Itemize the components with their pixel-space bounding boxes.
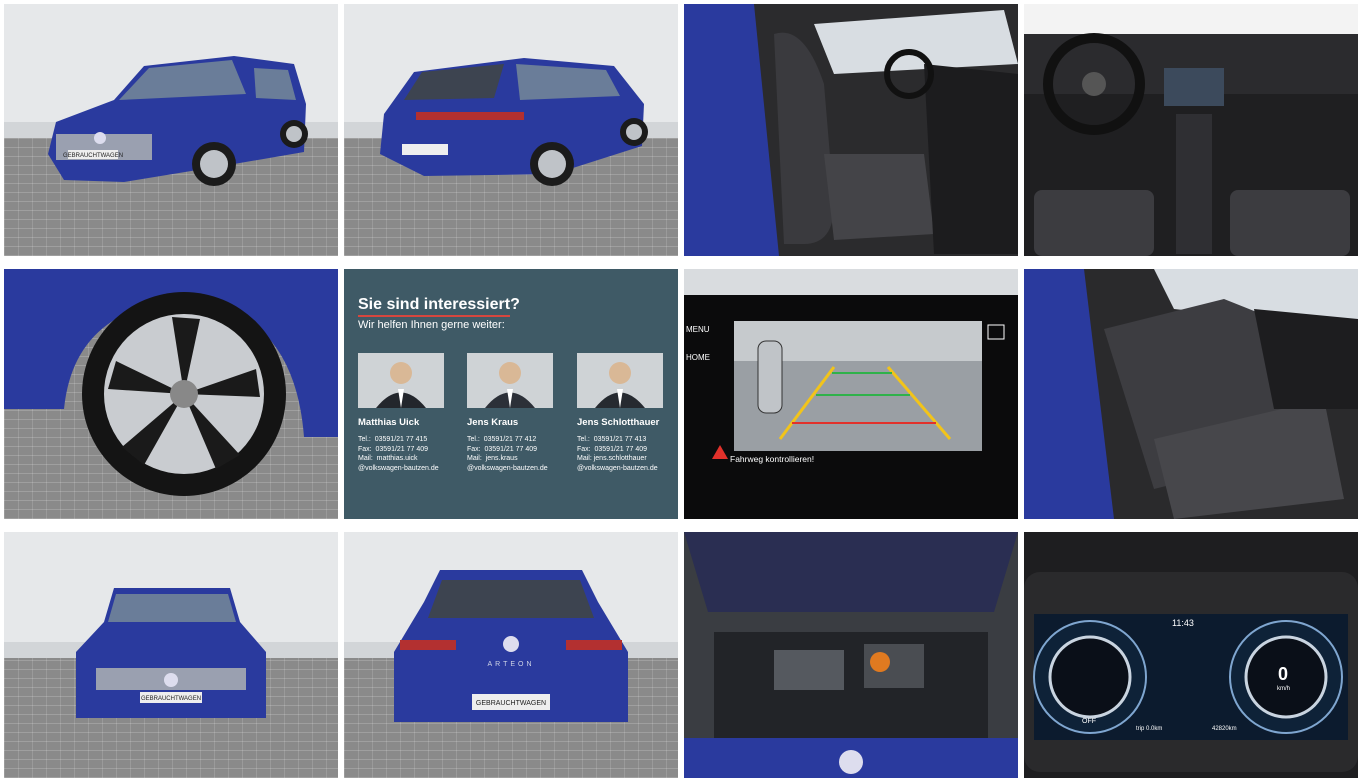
person-name: Jens Schlotthauer <box>577 417 660 428</box>
person-contact-info: Tel.: 03591/21 77 413 Fax: 03591/21 77 4… <box>577 436 658 472</box>
cluster-trip: trip 0.0km <box>1136 726 1163 732</box>
engine-bay-photo[interactable] <box>684 532 1018 778</box>
person-photo <box>467 353 553 408</box>
car-rear-view-illustration: ARTEON GEBRAUCHTWAGEN <box>344 532 678 722</box>
plate-text: GEBRAUCHTWAGEN <box>141 696 201 702</box>
camera-home-label: HOME <box>686 353 710 362</box>
person-contact-info: Tel.: 03591/21 77 412 Fax: 03591/21 77 4… <box>467 436 548 472</box>
cockpit-illustration <box>1024 4 1358 256</box>
cluster-speed: 0 <box>1278 664 1289 684</box>
cluster-time: 11:43 <box>1172 618 1194 628</box>
cluster-speed-unit: km/h <box>1277 686 1291 692</box>
plate-text: GEBRAUCHTWAGEN <box>63 153 123 159</box>
wheel-photo[interactable] <box>4 269 338 519</box>
rear-view-photo[interactable]: ARTEON GEBRAUCHTWAGEN <box>344 532 678 778</box>
instrument-cluster-illustration <box>1024 572 1358 772</box>
wheel-illustration <box>4 269 338 496</box>
person-photo <box>577 353 663 408</box>
engine-bay-illustration <box>684 532 1018 778</box>
rear-three-quarter-photo[interactable] <box>344 4 678 256</box>
front-three-quarter-photo[interactable]: GEBRAUCHTWAGEN <box>4 4 338 256</box>
cockpit-photo[interactable] <box>1024 4 1358 256</box>
front-seats-illustration <box>684 4 1018 256</box>
camera-warning-text: Fahrweg kontrollieren! <box>730 454 815 464</box>
instrument-cluster-photo[interactable]: 11:43 0 km/h OFF trip 0.0km 42820km <box>1024 532 1358 778</box>
front-view-photo[interactable]: GEBRAUCHTWAGEN <box>4 532 338 778</box>
contact-card[interactable]: Sie sind interessiert? Wir helfen Ihnen … <box>344 269 678 519</box>
person-name: Matthias Uick <box>358 417 420 428</box>
car-front-illustration: GEBRAUCHTWAGEN <box>4 4 338 186</box>
front-seats-photo[interactable] <box>684 4 1018 256</box>
plate-text: GEBRAUCHTWAGEN <box>476 700 546 707</box>
rear-camera-photo[interactable]: MENU HOME Fahrweg kontrollieren! <box>684 269 1018 519</box>
cluster-odometer: 42820km <box>1212 726 1237 732</box>
camera-menu-label: MENU <box>686 325 710 334</box>
contact-title: Sie sind interessiert? <box>358 296 520 313</box>
car-rear-illustration <box>344 4 678 186</box>
contact-person: Jens Schlotthauer Tel.: 03591/21 77 413 … <box>577 353 678 473</box>
car-front-view-illustration: GEBRAUCHTWAGEN <box>4 532 338 718</box>
rear-seats-photo[interactable] <box>1024 269 1358 519</box>
contact-person: Matthias Uick Tel.: 03591/21 77 415 Fax:… <box>358 353 463 473</box>
contact-person: Jens Kraus Tel.: 03591/21 77 412 Fax: 03… <box>467 353 572 473</box>
person-photo <box>358 353 444 408</box>
person-contact-info: Tel.: 03591/21 77 415 Fax: 03591/21 77 4… <box>358 436 439 472</box>
cluster-off-label: OFF <box>1082 718 1096 725</box>
title-underline <box>358 315 510 317</box>
camera-screen-illustration <box>684 269 1018 459</box>
person-name: Jens Kraus <box>467 417 519 428</box>
contact-subtitle: Wir helfen Ihnen gerne weiter: <box>358 319 505 331</box>
model-badge-text: ARTEON <box>487 661 534 668</box>
rear-seats-illustration <box>1024 269 1358 519</box>
